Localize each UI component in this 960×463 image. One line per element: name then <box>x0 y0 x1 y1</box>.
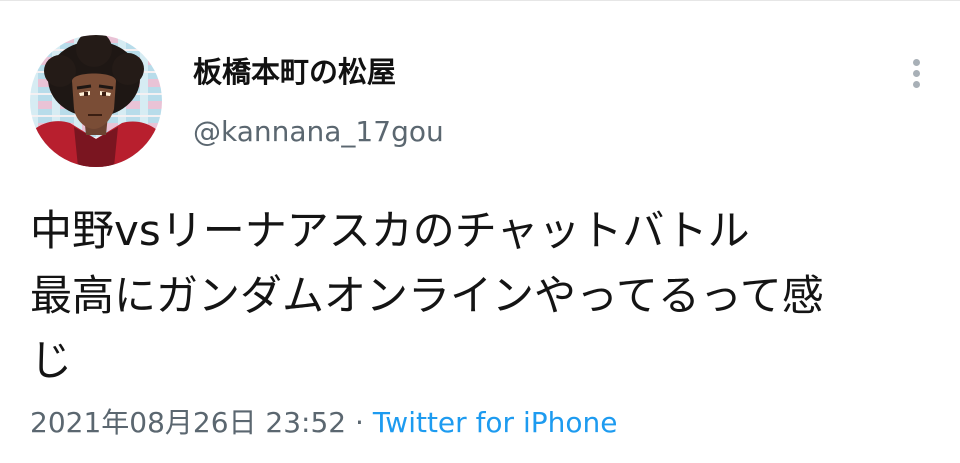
user-handle[interactable]: @kannana_17gou <box>193 115 444 149</box>
tweet-text-line: 最高にガンダムオンラインやってるって感 <box>30 271 824 320</box>
tweet-text-line: 中野vsリーナアスカのチャットバトル <box>30 206 750 255</box>
tweet-timestamp[interactable]: 2021年08月26日 23:52 <box>30 406 346 439</box>
tweet-metadata: 2021年08月26日 23:52 · Twitter for iPhone <box>30 405 618 441</box>
more-vertical-icon <box>913 59 920 66</box>
tweet-text: 中野vsリーナアスカのチャットバトル 最高にガンダムオンラインやってるって感 じ <box>30 198 935 393</box>
more-options-button[interactable] <box>900 53 934 93</box>
meta-separator: · <box>355 406 364 439</box>
tweet-source-link[interactable]: Twitter for iPhone <box>373 406 618 439</box>
user-avatar[interactable] <box>30 35 162 167</box>
tweet-card: 板橋本町の松屋 @kannana_17gou 中野vsリーナアスカのチャットバト… <box>0 0 960 463</box>
more-vertical-icon-dot <box>913 81 920 88</box>
tweet-text-line: じ <box>30 336 73 385</box>
anime-character-avatar-icon <box>30 35 162 167</box>
more-vertical-icon-dot <box>913 70 920 77</box>
user-display-name[interactable]: 板橋本町の松屋 <box>193 54 396 90</box>
